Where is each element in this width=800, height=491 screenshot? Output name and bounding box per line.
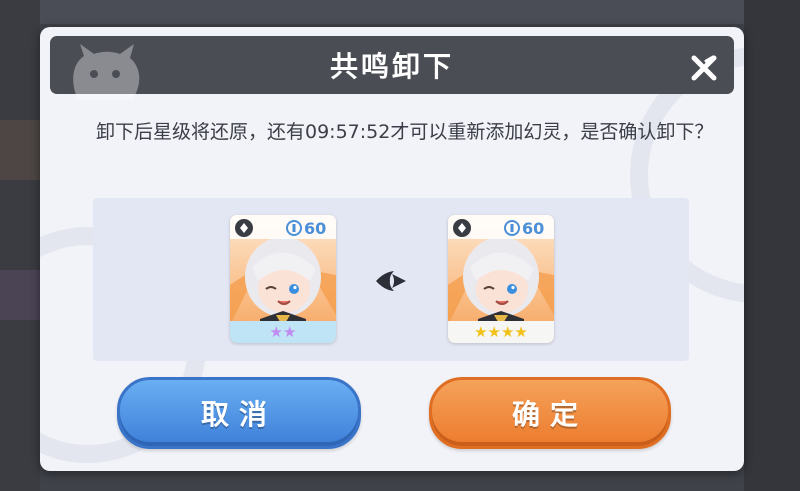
- dialog-title: 共鸣卸下: [329, 50, 454, 83]
- background-left: [0, 0, 40, 491]
- level-badge: 60: [504, 218, 544, 238]
- dialog-titlebar: 共鸣卸下: [50, 36, 734, 100]
- confirm-button-label: 确定: [511, 398, 588, 431]
- arrow-right-icon: [376, 271, 406, 291]
- level-badge: 60: [286, 218, 326, 238]
- confirm-button[interactable]: 确定: [429, 377, 671, 449]
- background-decoration: [0, 120, 40, 180]
- star-display: ★★★★: [474, 322, 528, 341]
- mascot-icon: [73, 44, 140, 100]
- level-value: 60: [304, 218, 327, 238]
- background-decoration: [0, 270, 40, 320]
- close-button[interactable]: [686, 50, 722, 86]
- confirm-message: 卸下后星级将还原，还有09:57:52才可以重新添加幻灵，是否确认卸下？: [96, 121, 714, 143]
- star-rating: ★★★★: [448, 321, 554, 343]
- class-icon: [235, 219, 253, 237]
- cancel-button-label: 取消: [200, 398, 277, 431]
- uninstall-resonance-dialog: 共鸣卸下 卸下后星级将还原，还有09:57:52才可以重新添加幻灵，是否确认卸下…: [40, 27, 744, 471]
- close-icon: [691, 55, 717, 81]
- class-icon: [453, 219, 471, 237]
- background-right: [744, 0, 800, 491]
- star-rating: ★★: [230, 321, 336, 343]
- card-after: 60 ★★★★: [448, 215, 554, 343]
- background-top: [0, 0, 800, 24]
- cancel-button[interactable]: 取消: [117, 377, 361, 449]
- card-before: 60 ★★: [230, 215, 336, 343]
- level-icon: [504, 220, 520, 236]
- level-icon: [286, 220, 302, 236]
- star-display: ★★: [269, 322, 297, 341]
- level-value: 60: [522, 218, 545, 238]
- card-comparison-panel: 60 ★★ 60 ★★★★: [93, 198, 689, 361]
